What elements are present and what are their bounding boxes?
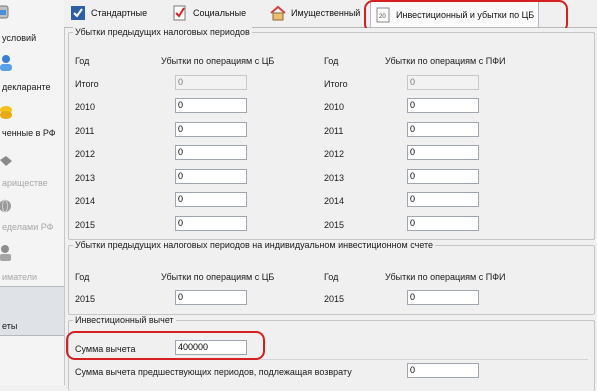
row-label-year: 2012 [75,149,96,159]
row-label-year: 2010 [324,102,345,112]
pfi-2015-field[interactable]: 0 [407,216,479,231]
sidebar: условий декларанте ченные в РФ ариществе… [0,0,65,385]
row-label-year: 2015 [324,220,345,230]
sidebar-item-deductions[interactable]: еты [0,286,64,336]
iis-cb-2015-field[interactable]: 0 [175,290,247,305]
iis-pfi-2015-field[interactable]: 0 [407,290,479,305]
sidebar-item-label: иматели [2,272,38,282]
tab-label: Стандартные [91,8,148,18]
sidebar-item-label: условий [2,33,37,43]
row-label-year: 2013 [75,173,96,183]
house-icon [270,5,286,21]
row-label-total: Итого [75,79,99,89]
coins-icon [0,104,14,122]
row-label-year: 2014 [75,196,96,206]
sidebar-item-declarant[interactable]: декларанте [0,52,64,92]
iis-losses-group: Убытки предыдущих налоговых периодов на … [68,240,595,315]
amount-highlight-annotation [66,331,265,360]
sidebar-item-label: декларанте [2,82,51,92]
cb-2010-field[interactable]: 0 [175,98,247,113]
row-label-year: 2015 [324,294,345,304]
year-header: Год [324,56,339,66]
row-label-year: 2013 [324,173,345,183]
cb-2015-field[interactable]: 0 [175,216,247,231]
pfi-2013-field[interactable]: 0 [407,169,479,184]
cb-2014-field[interactable]: 0 [175,192,247,207]
sidebar-item-abroad[interactable]: еделами РФ [0,196,64,232]
group-title: Убытки предыдущих налоговых периодов на … [73,240,436,250]
group-title: Убытки предыдущих налоговых периодов [73,27,252,37]
previous-deduction-label: Сумма вычета предшествующих периодов, по… [75,367,352,377]
pfi-losses-header: Убытки по операциям с ПФИ [385,56,506,66]
tab-social[interactable]: Социальные [172,2,246,24]
sidebar-item-entrepreneurs[interactable]: иматели [0,242,64,282]
row-label-year: 2010 [75,102,96,112]
cb-losses-header: Убытки по операциям с ЦБ [161,56,275,66]
row-label-year: 2011 [75,126,95,136]
pfi-2011-field[interactable]: 0 [407,122,479,137]
row-label-year: 2014 [324,196,345,206]
prior-losses-group: Убытки предыдущих налоговых периодов Год… [68,27,595,240]
cb-total-field: 0 [175,75,247,90]
handshake-icon [0,152,14,170]
sidebar-item-income-rf[interactable]: ченные в РФ [0,102,64,138]
globe-icon [0,198,14,216]
pfi-2010-field[interactable]: 0 [407,98,479,113]
row-label-year: 2015 [75,220,96,230]
row-label-year: 2015 [75,294,96,304]
year-header: Год [324,272,339,282]
tab-label: Имущественный [291,8,361,18]
sidebar-item-label: еты [2,321,18,331]
pfi-2014-field[interactable]: 0 [407,192,479,207]
group-title: Инвестиционный вычет [73,315,176,325]
tab-standard[interactable]: Стандартные [70,2,147,24]
sidebar-item-label: ариществе [2,178,48,188]
pfi-losses-header: Убытки по операциям с ПФИ [385,272,506,282]
tab-property[interactable]: Имущественный [270,2,360,24]
pfi-total-field: 0 [407,75,479,90]
settings-icon [0,4,14,22]
briefcase-icon [0,244,14,262]
cb-2013-field[interactable]: 0 [175,169,247,184]
year-header: Год [75,272,90,282]
row-label-total: Итого [324,79,348,89]
pfi-2012-field[interactable]: 0 [407,145,479,160]
cb-2012-field[interactable]: 0 [175,145,247,160]
sidebar-item-partnership[interactable]: ариществе [0,150,64,188]
row-label-year: 2012 [324,149,345,159]
sidebar-item-label: ченные в РФ [2,128,56,138]
sidebar-item-label: еделами РФ [2,222,54,232]
tab-label: Социальные [193,8,247,18]
check-icon [70,5,86,21]
sidebar-item-conditions[interactable]: условий [0,0,64,43]
cb-losses-header: Убытки по операциям с ЦБ [161,272,275,282]
cb-2011-field[interactable]: 0 [175,122,247,137]
row-label-year: 2011 [324,126,344,136]
person-icon [0,54,14,72]
previous-deduction-field[interactable]: 0 [407,363,479,378]
document-check-icon [172,5,188,21]
year-header: Год [75,56,90,66]
